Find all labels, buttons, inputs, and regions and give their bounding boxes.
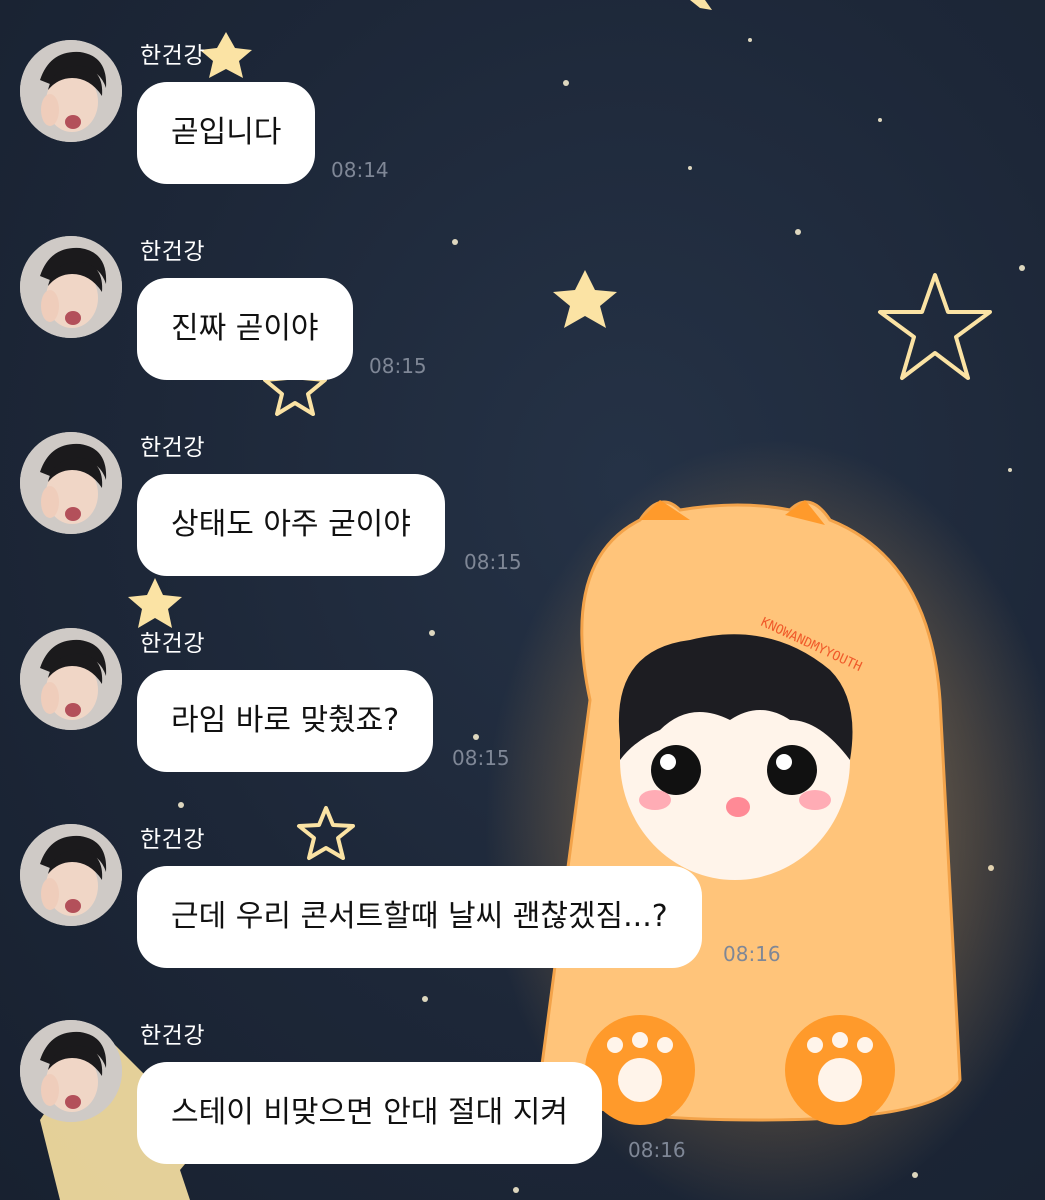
message-row: 한건강 진짜 곧이야 08:15 bbox=[20, 236, 1020, 406]
avatar-photo-icon bbox=[20, 40, 122, 142]
avatar[interactable] bbox=[20, 824, 122, 926]
message-row: 한건강 상태도 아주 굳이야 08:15 bbox=[20, 432, 1020, 602]
sender-name: 한건강 bbox=[140, 239, 205, 265]
avatar[interactable] bbox=[20, 432, 122, 534]
message-time: 08:15 bbox=[369, 354, 427, 378]
avatar-photo-icon bbox=[20, 432, 122, 534]
avatar-photo-icon bbox=[20, 236, 122, 338]
message-time: 08:16 bbox=[723, 942, 781, 966]
message-bubble[interactable]: 스테이 비맞으면 안대 절대 지켜 bbox=[137, 1062, 602, 1164]
message-bubble[interactable]: 라임 바로 맞췄죠? bbox=[137, 670, 434, 772]
sender-name: 한건강 bbox=[140, 43, 205, 69]
message-bubble[interactable]: 진짜 곧이야 bbox=[137, 278, 353, 380]
message-time: 08:16 bbox=[628, 1138, 686, 1162]
avatar[interactable] bbox=[20, 40, 122, 142]
avatar[interactable] bbox=[20, 628, 122, 730]
message-bubble[interactable]: 곧입니다 bbox=[137, 82, 316, 184]
message-time: 08:15 bbox=[464, 550, 522, 574]
message-row: 한건강 스테이 비맞으면 안대 절대 지켜 08:16 bbox=[20, 1020, 1020, 1190]
message-row: 한건강 라임 바로 맞췄죠? 08:15 bbox=[20, 628, 1020, 798]
sender-name: 한건강 bbox=[140, 1023, 205, 1049]
sender-name: 한건강 bbox=[140, 631, 205, 657]
message-row: 한건강 곧입니다 08:14 bbox=[20, 40, 1020, 210]
avatar[interactable] bbox=[20, 1020, 122, 1122]
avatar[interactable] bbox=[20, 236, 122, 338]
avatar-photo-icon bbox=[20, 824, 122, 926]
message-bubble[interactable]: 상태도 아주 굳이야 bbox=[137, 474, 445, 576]
message-bubble[interactable]: 근데 우리 콘서트할때 날씨 괜찮겠짐...? bbox=[137, 866, 702, 968]
message-row: 한건강 근데 우리 콘서트할때 날씨 괜찮겠짐...? 08:16 bbox=[20, 824, 1020, 994]
message-time: 08:15 bbox=[452, 746, 510, 770]
sender-name: 한건강 bbox=[140, 827, 205, 853]
avatar-photo-icon bbox=[20, 628, 122, 730]
avatar-photo-icon bbox=[20, 1020, 122, 1122]
sender-name: 한건강 bbox=[140, 435, 205, 461]
message-time: 08:14 bbox=[331, 158, 389, 182]
